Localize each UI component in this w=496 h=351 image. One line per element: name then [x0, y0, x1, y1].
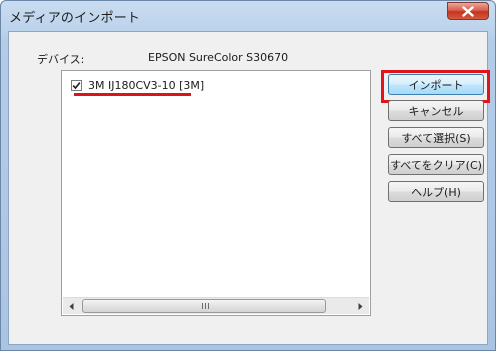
select-all-button[interactable]: すべて選択(S): [388, 127, 484, 148]
import-media-dialog: メディアのインポート デバイス: EPSON SureColor S30670 …: [0, 0, 496, 351]
cancel-button[interactable]: キャンセル: [388, 100, 484, 121]
horizontal-scrollbar[interactable]: [63, 297, 369, 314]
help-button[interactable]: ヘルプ(H): [388, 181, 484, 202]
window-title: メディアのインポート: [9, 11, 141, 26]
highlight-underline: [74, 93, 191, 96]
clear-all-button[interactable]: すべてをクリア(C): [388, 154, 484, 175]
device-label: デバイス:: [37, 53, 85, 66]
scroll-grip-icon: [202, 303, 209, 309]
scroll-right-button[interactable]: [352, 298, 369, 314]
chevron-right-icon: [358, 302, 363, 310]
media-item-label: 3M IJ180CV3-10 [3M]: [88, 78, 205, 92]
close-button[interactable]: [447, 2, 489, 20]
close-icon: [462, 5, 474, 17]
scroll-left-button[interactable]: [63, 298, 80, 314]
device-value: EPSON SureColor S30670: [148, 51, 289, 64]
media-checkbox[interactable]: [71, 79, 82, 91]
title-bar[interactable]: メディアのインポート: [1, 1, 495, 31]
chevron-left-icon: [69, 302, 74, 310]
scroll-thumb[interactable]: [82, 299, 326, 313]
media-listbox[interactable]: 3M IJ180CV3-10 [3M]: [61, 70, 371, 316]
import-button[interactable]: インポート: [388, 74, 484, 95]
list-item[interactable]: 3M IJ180CV3-10 [3M]: [71, 77, 204, 93]
checkmark-icon: [72, 81, 81, 89]
dialog-client-area: デバイス: EPSON SureColor S30670 3M IJ180CV3…: [8, 31, 490, 345]
